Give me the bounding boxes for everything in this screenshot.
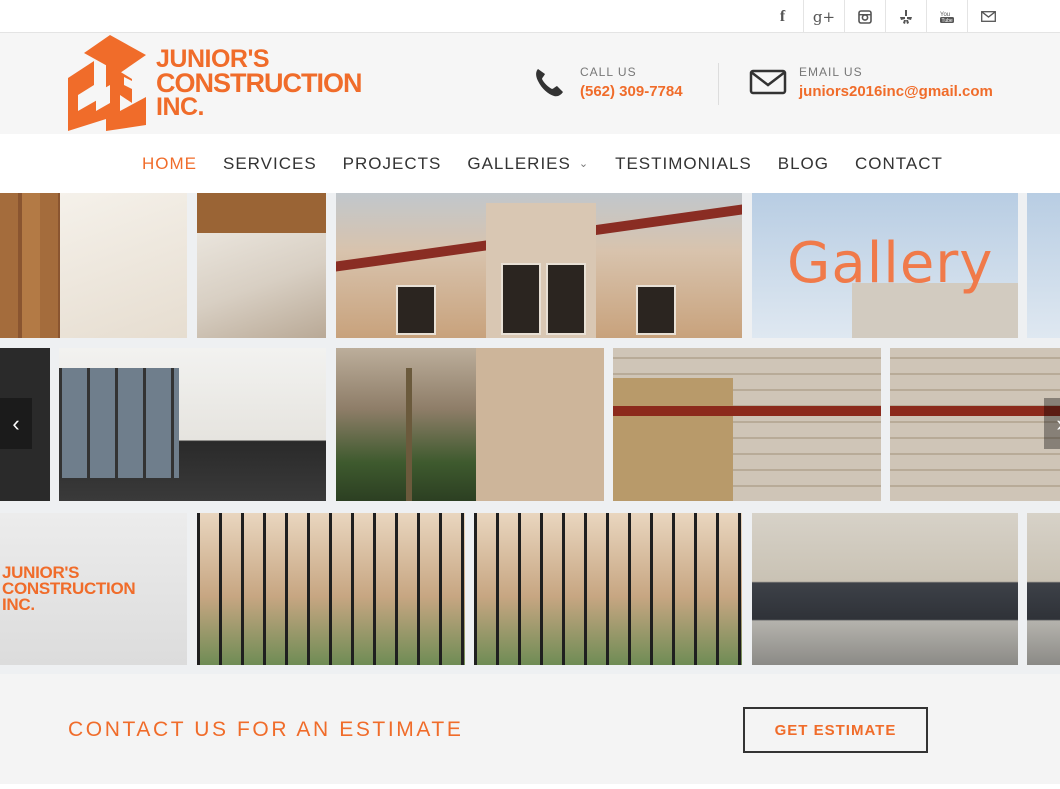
collage-photo-parking [752,513,1018,665]
svg-text:Tube: Tube [942,18,953,24]
nav-label: TESTIMONIALS [615,153,752,173]
collage-photo-house-upper [336,193,742,338]
nav-item-blog[interactable]: BLOG [765,134,842,193]
google-plus-icon[interactable]: g+ [803,0,844,33]
collage-photo-parking-edge [1027,513,1060,665]
yelp-svg [900,9,912,24]
nav-label: GALLERIES [467,153,571,173]
nav-label: PROJECTS [342,153,442,173]
logo-monogram-icon [68,35,146,131]
collage-photo-beams [0,193,187,338]
estimate-call-to-action: CONTACT US FOR AN ESTIMATE GET ESTIMATE [0,674,1060,784]
email-address-link[interactable]: juniors2016inc@gmail.com [799,83,993,100]
hero-logo-line-3: INC. [2,595,35,614]
youtube-svg: YouTube [940,12,954,24]
email-us-label: EMAIL US [799,64,863,79]
nav-label: BLOG [777,153,830,173]
page-bottom-strip [0,784,1060,789]
header-divider [718,63,719,105]
nav-label: CONTACT [855,153,943,173]
google-plus-glyph: g+ [812,7,836,26]
collage-photo-storefront [613,348,881,501]
youtube-icon[interactable]: You Tube [926,0,967,33]
phone-number-link[interactable]: (562) 309-7784 [580,83,683,100]
yelp-icon[interactable] [885,0,926,33]
collage-photo-storefront-2 [890,348,1060,501]
chevron-right-icon: › [1056,411,1060,437]
hero-logo-wordmark: JUNIOR'S CONSTRUCTION INC. [2,564,136,614]
facebook-icon[interactable]: f [762,0,803,33]
main-navigation: HOME SERVICES PROJECTS GALLERIES ⌄ TESTIM… [0,134,1060,193]
nav-item-contact[interactable]: CONTACT [842,134,956,193]
instagram-svg [858,9,872,24]
collage-photo-pendants [197,193,326,338]
get-estimate-button[interactable]: GET ESTIMATE [743,707,928,753]
nav-item-services[interactable]: SERVICES [210,134,330,193]
email-us-block: EMAIL US juniors2016inc@gmail.com [749,63,993,101]
facebook-glyph: f [779,7,786,25]
collage-photo-gate-1 [197,513,465,665]
nav-item-testimonials[interactable]: TESTIMONIALS [602,134,765,193]
phone-icon [536,69,563,97]
nav-label: SERVICES [223,153,317,173]
slider-next-arrow[interactable]: › [1044,398,1060,449]
company-logo[interactable]: JUNIOR'S CONSTRUCTION INC. [66,33,401,134]
logo-wordmark: JUNIOR'S CONSTRUCTION INC. [156,47,362,121]
slider-prev-arrow[interactable]: ‹ [0,398,32,449]
email-icon[interactable] [967,0,1008,33]
logo-line-3: INC. [156,93,204,121]
logo-line-2: CONSTRUCTION [156,68,362,98]
site-header: JUNIOR'S CONSTRUCTION INC. CALL US (562)… [0,33,1060,134]
social-links: f g+ You Tube [762,0,1008,33]
estimate-heading: CONTACT US FOR AN ESTIMATE [68,718,464,741]
call-us-label: CALL US [580,64,637,79]
instagram-icon[interactable] [844,0,885,33]
chevron-down-icon: ⌄ [578,158,590,170]
nav-item-projects[interactable]: PROJECTS [330,134,455,193]
nav-label: HOME [142,153,197,173]
chevron-left-icon: ‹ [12,410,20,436]
envelope-icon [749,69,787,95]
email-svg [980,11,996,22]
collage-photo-courtyard [336,348,604,501]
collage-photo-kitchen [59,348,326,501]
gallery-overlay-title: Gallery [787,231,994,296]
collage-photo-gate-2 [474,513,742,665]
top-social-bar: f g+ You Tube [0,0,1060,33]
hero-gallery-slider: Gallery JUNIOR'S CONSTRUCTION INC. ‹ › [0,193,1060,674]
call-us-block: CALL US (562) 309-7784 [530,63,683,101]
nav-item-home[interactable]: HOME [129,134,210,193]
nav-item-galleries[interactable]: GALLERIES ⌄ [454,134,602,193]
collage-photo-sky-edge [1027,193,1060,338]
